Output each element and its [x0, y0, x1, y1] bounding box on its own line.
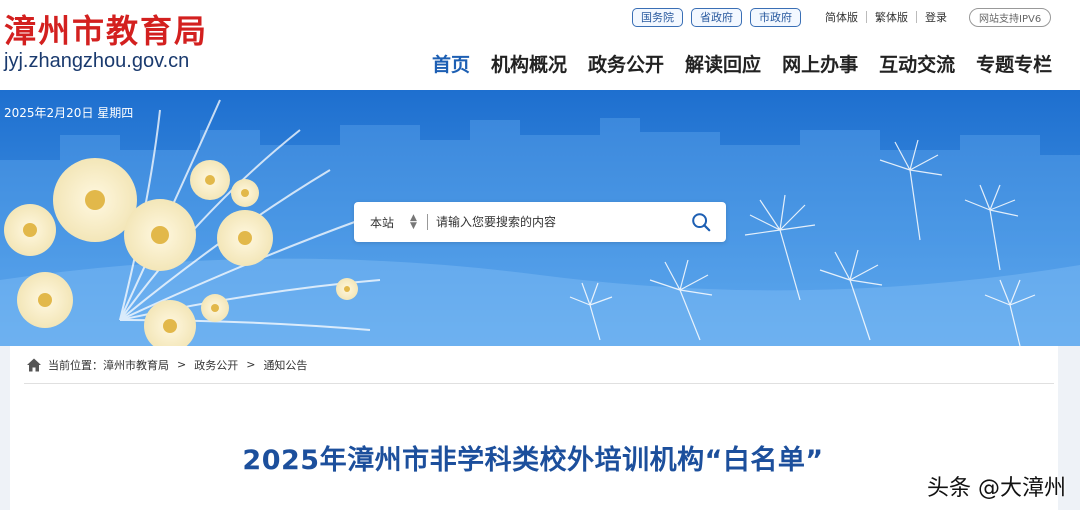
nav-item-organization[interactable]: 机构概况	[491, 50, 567, 77]
gov-link-province[interactable]: 省政府	[691, 7, 742, 27]
site-header: 漳州市教育局 jyj.zhangzhou.gov.cn 国务院 省政府 市政府 …	[0, 0, 1080, 90]
ipv6-badge: 网站支持IPV6	[969, 7, 1052, 27]
hero-banner: 2025年2月20日 星期四 本站 ▲ ▼	[0, 90, 1080, 346]
separator	[916, 11, 917, 23]
nav-item-interpretation[interactable]: 解读回应	[685, 50, 761, 77]
breadcrumb: 当前位置： 漳州市教育局 > 政务公开 > 通知公告	[24, 346, 1054, 384]
search-divider	[426, 214, 428, 230]
article-title: 2025年漳州市非学科类校外培训机构“白名单”	[242, 445, 824, 476]
breadcrumb-separator: >	[246, 358, 256, 371]
separator	[866, 11, 867, 23]
breadcrumb-separator: >	[177, 358, 187, 371]
nav-item-home[interactable]: 首页	[432, 50, 470, 77]
site-title[interactable]: 漳州市教育局	[4, 6, 208, 52]
nav-item-interaction[interactable]: 互动交流	[879, 50, 955, 77]
search-icon[interactable]	[690, 211, 712, 233]
nav-item-online-service[interactable]: 网上办事	[782, 50, 858, 77]
gov-link-state-council[interactable]: 国务院	[632, 7, 683, 27]
top-utility-bar: 国务院 省政府 市政府 简体版 繁体版 登录 网站支持IPV6	[632, 7, 1052, 27]
current-date: 2025年2月20日 星期四	[4, 106, 134, 120]
gov-link-city[interactable]: 市政府	[750, 7, 801, 27]
site-domain: jyj.zhangzhou.gov.cn	[4, 50, 190, 72]
nav-item-special-topics[interactable]: 专题专栏	[976, 50, 1052, 77]
scope-updown-icon[interactable]: ▲ ▼	[410, 214, 417, 231]
nav-item-gov-affairs[interactable]: 政务公开	[588, 50, 664, 77]
login-link[interactable]: 登录	[925, 9, 947, 25]
main-nav: 首页 机构概况 政务公开 解读回应 网上办事 互动交流 专题专栏	[432, 50, 1073, 77]
search-box: 本站 ▲ ▼	[354, 202, 726, 242]
home-icon[interactable]	[26, 357, 42, 373]
breadcrumb-item-notices[interactable]: 通知公告	[263, 357, 307, 373]
search-input[interactable]	[435, 215, 676, 229]
simplified-link[interactable]: 简体版	[825, 9, 858, 25]
breadcrumb-item-gov-affairs[interactable]: 政务公开	[194, 357, 238, 373]
left-margin	[0, 346, 10, 510]
breadcrumb-label: 当前位置：	[48, 358, 103, 372]
search-scope-select[interactable]: 本站	[370, 214, 394, 231]
watermark: 头条 @大漳州	[927, 476, 1066, 501]
traditional-link[interactable]: 繁体版	[875, 9, 908, 25]
breadcrumb-item-bureau[interactable]: 漳州市教育局	[103, 357, 169, 373]
